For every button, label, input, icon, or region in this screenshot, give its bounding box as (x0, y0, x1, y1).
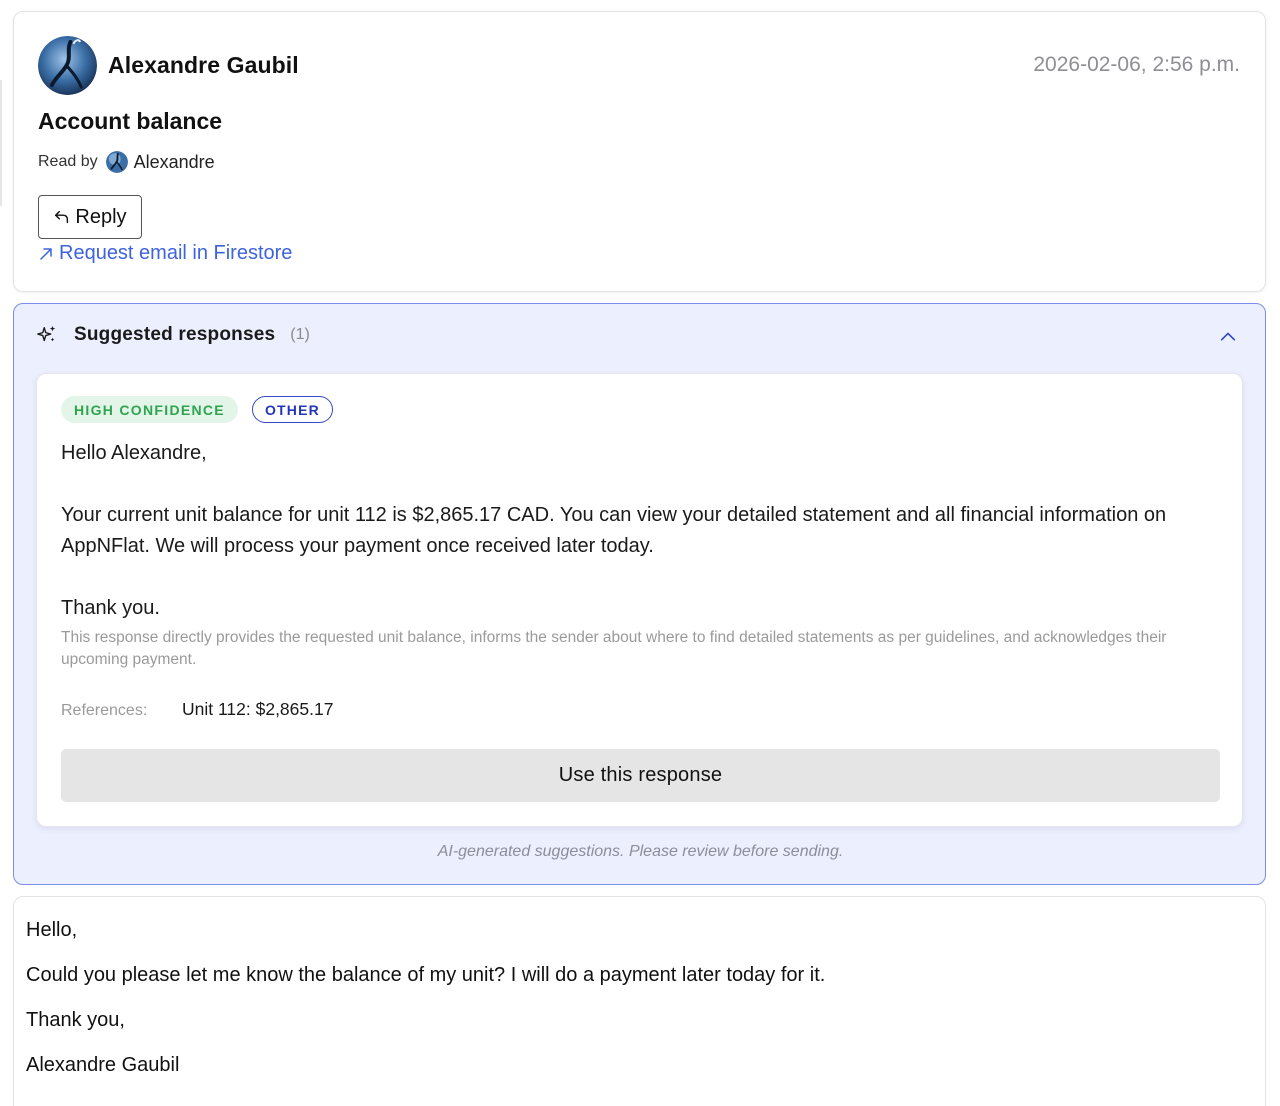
suggested-response-text: Hello Alexandre, Your current unit balan… (61, 438, 1221, 624)
reply-label: Reply (75, 205, 127, 228)
suggested-responses-panel: Suggested responses (1) HIGH CONFIDENCE … (13, 303, 1266, 885)
request-email-firestore-link[interactable]: Request email in Firestore (38, 242, 292, 265)
response-rationale: This response directly provides the requ… (61, 629, 1167, 668)
sender-name: Alexandre Gaubil (108, 52, 299, 78)
reply-button[interactable]: Reply (38, 195, 142, 239)
references-label: References: (61, 702, 148, 719)
response-greeting: Hello Alexandre, (61, 442, 207, 464)
email-line: Could you please let me know the balance… (26, 964, 826, 986)
read-by-label: Read by (38, 153, 98, 170)
reader-name: Alexandre (133, 151, 215, 172)
email-body: Hello, Could you please let me know the … (26, 918, 825, 1098)
suggestion-card: HIGH CONFIDENCE OTHER Hello Alexandre, Y… (36, 373, 1243, 827)
arrow-up-right-icon (40, 247, 52, 260)
suggested-responses-count: (1) (290, 326, 310, 343)
reply-arrow-icon (55, 210, 69, 224)
firestore-link-label: Request email in Firestore (59, 242, 293, 264)
email-header-card: Alexandre Gaubil 2026-02-06, 2:56 p.m. A… (13, 11, 1266, 292)
sidebar-edge (0, 80, 2, 206)
use-this-response-button[interactable]: Use this response (61, 749, 1220, 802)
ai-disclaimer: AI-generated suggestions. Please review … (437, 843, 844, 860)
references-value: Unit 112: $2,865.17 (182, 699, 334, 719)
sparkles-icon (37, 325, 56, 342)
email-line: Alexandre Gaubil (26, 1054, 180, 1076)
collapse-suggestions-button[interactable] (1217, 326, 1239, 348)
read-by-row: Read by Alexandre (38, 151, 215, 173)
email-subject: Account balance (38, 108, 223, 134)
suggested-responses-header: Suggested responses (1) (36, 324, 310, 346)
suggestion-badges: HIGH CONFIDENCE OTHER (61, 396, 333, 423)
email-line: Thank you, (26, 1009, 125, 1031)
confidence-badge: HIGH CONFIDENCE (61, 396, 238, 423)
references-row: References: Unit 112: $2,865.17 (61, 699, 333, 720)
sender-avatar (38, 36, 97, 95)
chevron-up-icon (1220, 332, 1236, 341)
suggested-responses-title: Suggested responses (74, 324, 276, 345)
email-body-card: Hello, Could you please let me know the … (13, 896, 1266, 1106)
reader-avatar (105, 151, 128, 173)
email-detail-page: Alexandre Gaubil 2026-02-06, 2:56 p.m. A… (0, 0, 1280, 1106)
email-timestamp: 2026-02-06, 2:56 p.m. (1033, 53, 1240, 76)
response-body: Your current unit balance for unit 112 i… (61, 504, 1167, 557)
category-badge: OTHER (251, 396, 333, 423)
response-closing: Thank you. (61, 597, 160, 619)
avatar-image (38, 36, 97, 95)
email-line: Hello, (26, 919, 78, 941)
